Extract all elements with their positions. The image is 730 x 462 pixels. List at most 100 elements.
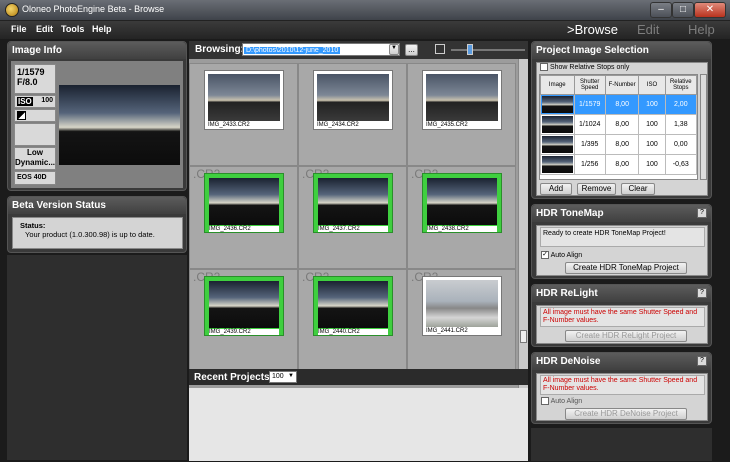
recent-projects-bar: Recent Projects: 100 ▼ [189,369,528,385]
shutter-value: 1/1579 [17,67,45,77]
create-tonemap-button[interactable]: Create HDR ToneMap Project [565,262,687,274]
stops-cell: 0,00 [664,134,697,155]
col-shutter: Shutter Speed [573,75,606,95]
thumbnail-cell[interactable]: .CR2IMG_2440.CR2 [298,269,407,372]
relative-stops-checkbox[interactable] [540,63,548,71]
recent-projects-list [189,388,528,461]
recent-projects-label: Recent Projects: [194,372,273,383]
project-selection-panel: Project Image Selection Show Relative St… [531,41,712,199]
menu-bar: File Edit Tools Help >Browse Edit Help [0,21,730,39]
remove-button[interactable]: Remove [577,183,616,195]
maximize-button[interactable]: □ [672,2,694,18]
beta-status-title: Beta Version Status [8,197,186,214]
relight-help-icon[interactable]: ? [697,288,707,298]
thumbnail-size-slider[interactable] [451,44,525,55]
table-row[interactable]: 1/256 8,00 100 -0,63 [540,154,697,175]
thumbnail[interactable]: IMG_2435.CR2 [422,70,502,130]
project-selection-title: Project Image Selection [532,42,711,59]
tab-help[interactable]: Help [688,22,715,37]
slider-handle[interactable] [467,44,473,55]
thumbnail-cell[interactable]: .CR2IMG_2438.CR2 [407,166,516,269]
camera-model: EOS 40D [14,171,56,185]
browse-folder-button[interactable]: ... [405,44,418,56]
thumbnail-image [317,74,389,121]
thumbnail[interactable]: IMG_2441.CR2 [422,276,502,336]
clear-button[interactable]: Clear [621,183,655,195]
hdr-tonemap-panel: HDR ToneMap ? Ready to create HDR ToneMa… [531,204,712,279]
status-text: Your product (1.0.300.98) is up to date. [25,230,155,239]
table-row[interactable]: 1/1579 8,00 100 2,00 [540,94,697,115]
table-row[interactable]: 1/395 8,00 100 0,00 [540,134,697,155]
denoise-autoalign-checkbox[interactable] [541,397,549,405]
chevron-down-icon: ▼ [288,373,294,379]
path-dropdown-icon[interactable]: ▼ [389,44,399,55]
status-box: Status: Your product (1.0.300.98) is up … [12,217,183,249]
recent-count-select[interactable]: 100 ▼ [269,371,297,383]
hdr-denoise-panel: HDR DeNoise ? All image must have the sa… [531,352,712,424]
thumbnail[interactable]: IMG_2437.CR2 [313,173,393,233]
thumbnail-cell[interactable]: IMG_2433.CR2 [189,63,298,166]
tab-browse[interactable]: >Browse [567,22,618,37]
shutter-cell: 1/256 [573,154,606,175]
create-denoise-button[interactable]: Create HDR DeNoise Project [565,408,687,420]
iso-value: 100 [41,97,53,104]
exposure-table: Image Shutter Speed F-Number ISO Relativ… [539,74,698,180]
minimize-button[interactable]: – [650,2,672,18]
menu-tools[interactable]: Tools [61,24,84,34]
tab-edit[interactable]: Edit [637,22,659,37]
tonemap-help-icon[interactable]: ? [697,208,707,218]
thumbnail-size-icon [435,44,445,54]
thumbnail-cell[interactable]: IMG_2434.CR2 [298,63,407,166]
iso-cell: 100 [638,134,666,155]
stops-cell: 2,00 [664,94,697,115]
thumbnail-filename: IMG_2438.CR2 [427,226,497,232]
thumbnail-filename: IMG_2441.CR2 [426,328,468,334]
image-info-title: Image Info [8,42,186,59]
thumbnail[interactable]: IMG_2436.CR2 [204,173,284,233]
menu-help[interactable]: Help [92,24,112,34]
thumbnail-filename: IMG_2433.CR2 [208,122,250,128]
thumbnail-cell[interactable]: .CR2IMG_2436.CR2 [189,166,298,269]
thumbnail-cell[interactable]: .CR2IMG_2439.CR2 [189,269,298,372]
row-thumbnail [541,116,573,133]
thumbnail[interactable]: IMG_2433.CR2 [204,70,284,130]
tonemap-message: Ready to create HDR ToneMap Project! [540,227,705,247]
thumbnail-cell[interactable]: IMG_2435.CR2 [407,63,516,166]
add-button[interactable]: Add [540,183,572,195]
relative-stops-label: Show Relative Stops only [549,63,630,71]
exposure-compensation-icon [17,111,26,120]
row-thumbnail [541,136,573,153]
denoise-help-icon[interactable]: ? [697,356,707,366]
relight-title: HDR ReLight [532,285,711,302]
thumbnail-filename: IMG_2434.CR2 [317,122,359,128]
table-row[interactable]: 1/1024 8,00 100 1,38 [540,114,697,135]
denoise-autoalign-label: Auto Align [550,397,583,405]
table-scrollbar[interactable] [700,74,707,180]
thumbnail[interactable]: IMG_2434.CR2 [313,70,393,130]
menu-edit[interactable]: Edit [36,24,53,34]
thumbnail[interactable]: IMG_2439.CR2 [204,276,284,336]
thumbnail[interactable]: IMG_2438.CR2 [422,173,502,233]
thumbnail-cell[interactable]: .CR2IMG_2437.CR2 [298,166,407,269]
fnumber-cell: 8,00 [604,114,640,135]
thumbnail-image [427,178,497,225]
exposure-box: 1/1579 F/8.0 [14,64,56,94]
thumbnail[interactable]: IMG_2440.CR2 [313,276,393,336]
menu-file[interactable]: File [11,24,27,34]
tonemap-autoalign-checkbox[interactable]: ✓ [541,251,549,259]
thumbnail-image [209,281,279,328]
iso-cell: 100 [638,94,666,115]
scrollbar-thumb[interactable] [520,330,527,343]
close-button[interactable]: ✕ [694,2,726,18]
thumbnail-image [426,74,498,121]
image-info-panel: Image Info 1/1579 F/8.0 ISO 100 Low Dyna… [7,41,187,191]
thumbnail-cell[interactable]: .CR2IMG_2441.CR2 [407,269,516,372]
app-logo-icon [5,3,19,17]
col-image: Image [540,75,575,95]
path-combo[interactable]: D:\photos\2010\12-june_2010 ▼ [242,43,400,56]
grid-scrollbar[interactable]: ▼ [518,59,528,409]
recent-count-value: 100 [272,373,284,380]
create-relight-button[interactable]: Create HDR ReLight Project [565,330,687,342]
shutter-cell: 1/395 [573,134,606,155]
iso-cell: 100 [638,154,666,175]
